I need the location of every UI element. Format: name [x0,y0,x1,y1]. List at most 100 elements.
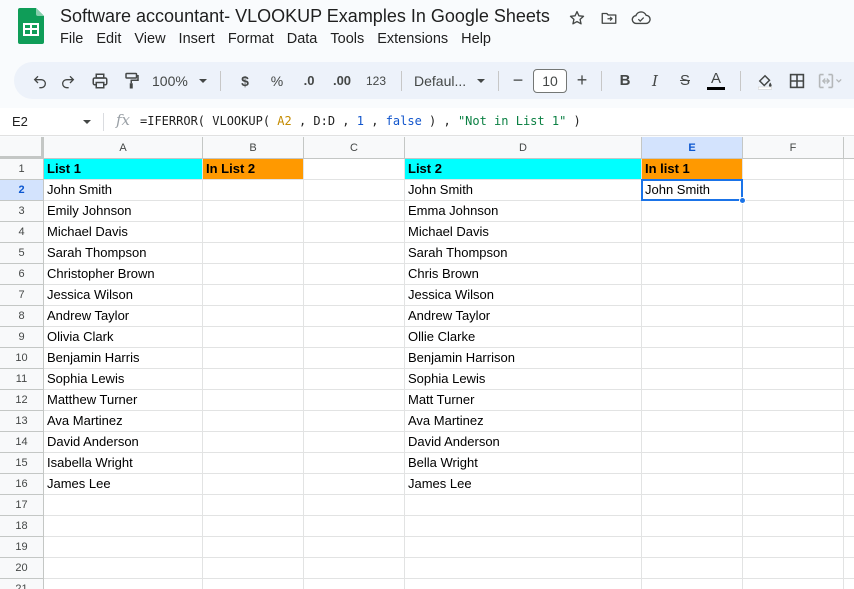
cell-a14[interactable]: David Anderson [44,432,203,453]
cell-c7[interactable] [304,285,405,306]
row-header-20[interactable]: 20 [0,558,44,579]
document-title[interactable]: Software accountant- VLOOKUP Examples In… [60,6,550,27]
undo-icon[interactable] [28,67,52,95]
cell-b12[interactable] [203,390,304,411]
menu-data[interactable]: Data [287,31,318,47]
cell-g9[interactable] [844,327,854,348]
cell-a15[interactable]: Isabella Wright [44,453,203,474]
column-header-e[interactable]: E [642,137,743,159]
name-box[interactable]: E2 [12,114,28,129]
cell-a4[interactable]: Michael Davis [44,222,203,243]
cell-c8[interactable] [304,306,405,327]
column-header-d[interactable]: D [405,137,642,159]
cell-b3[interactable] [203,201,304,222]
cell-b17[interactable] [203,495,304,516]
fill-color-icon[interactable] [749,67,781,95]
row-header-14[interactable]: 14 [0,432,44,453]
cell-e2[interactable]: John Smith [642,180,743,201]
menu-file[interactable]: File [60,31,83,47]
cell-d9[interactable]: Ollie Clarke [405,327,642,348]
column-header-b[interactable]: B [203,137,304,159]
cell-g17[interactable] [844,495,854,516]
cell-b11[interactable] [203,369,304,390]
cell-a1[interactable]: List 1 [44,159,203,180]
cell-a19[interactable] [44,537,203,558]
cell-c16[interactable] [304,474,405,495]
row-header-13[interactable]: 13 [0,411,44,432]
cell-b8[interactable] [203,306,304,327]
cell-b7[interactable] [203,285,304,306]
cell-d12[interactable]: Matt Turner [405,390,642,411]
cell-e7[interactable] [642,285,743,306]
cell-f4[interactable] [743,222,844,243]
cell-f19[interactable] [743,537,844,558]
cell-c18[interactable] [304,516,405,537]
row-header-5[interactable]: 5 [0,243,44,264]
cell-f13[interactable] [743,411,844,432]
font-select[interactable]: Defaul... [410,67,490,95]
cell-a2[interactable]: John Smith [44,180,203,201]
cell-a7[interactable]: Jessica Wilson [44,285,203,306]
bold-button[interactable]: B [610,67,640,95]
cell-a6[interactable]: Christopher Brown [44,264,203,285]
cell-e15[interactable] [642,453,743,474]
cell-f16[interactable] [743,474,844,495]
cell-d8[interactable]: Andrew Taylor [405,306,642,327]
cell-d20[interactable] [405,558,642,579]
cell-b16[interactable] [203,474,304,495]
cell-c6[interactable] [304,264,405,285]
cell-a10[interactable]: Benjamin Harris [44,348,203,369]
cell-e3[interactable] [642,201,743,222]
formula-input[interactable]: =IFERROR( VLOOKUP( A2 , D:D , 1 , false … [140,114,581,128]
print-icon[interactable] [84,67,116,95]
cell-f7[interactable] [743,285,844,306]
cell-f15[interactable] [743,453,844,474]
cell-g1[interactable] [844,159,854,180]
cell-f1[interactable] [743,159,844,180]
cell-f14[interactable] [743,432,844,453]
cell-f18[interactable] [743,516,844,537]
cell-b20[interactable] [203,558,304,579]
cell-a20[interactable] [44,558,203,579]
menu-tools[interactable]: Tools [330,31,364,47]
cell-e5[interactable] [642,243,743,264]
cell-e11[interactable] [642,369,743,390]
cell-e18[interactable] [642,516,743,537]
cell-e20[interactable] [642,558,743,579]
cell-a16[interactable]: James Lee [44,474,203,495]
cell-g2[interactable] [844,180,854,201]
zoom-select[interactable]: 100% [148,67,212,95]
cell-g10[interactable] [844,348,854,369]
cell-g14[interactable] [844,432,854,453]
row-header-21[interactable]: 21 [0,579,44,589]
cell-f9[interactable] [743,327,844,348]
cell-g16[interactable] [844,474,854,495]
currency-format-button[interactable]: $ [229,67,261,95]
row-header-8[interactable]: 8 [0,306,44,327]
cell-g6[interactable] [844,264,854,285]
cell-f2[interactable] [743,180,844,201]
cell-c2[interactable] [304,180,405,201]
cell-d14[interactable]: David Anderson [405,432,642,453]
cell-c5[interactable] [304,243,405,264]
merge-cells-icon[interactable] [813,67,847,95]
cell-d5[interactable]: Sarah Thompson [405,243,642,264]
row-header-19[interactable]: 19 [0,537,44,558]
cell-b21[interactable] [203,579,304,589]
cell-e13[interactable] [642,411,743,432]
cell-a18[interactable] [44,516,203,537]
cell-e19[interactable] [642,537,743,558]
cell-d21[interactable] [405,579,642,589]
cell-g4[interactable] [844,222,854,243]
cell-a21[interactable] [44,579,203,589]
cell-f21[interactable] [743,579,844,589]
cell-f5[interactable] [743,243,844,264]
menu-format[interactable]: Format [228,31,274,47]
cell-f10[interactable] [743,348,844,369]
cell-e1[interactable]: In list 1 [642,159,743,180]
row-header-6[interactable]: 6 [0,264,44,285]
cell-d4[interactable]: Michael Davis [405,222,642,243]
strikethrough-button[interactable]: S [670,67,700,95]
more-formats-button[interactable]: 123 [359,67,393,95]
menu-edit[interactable]: Edit [96,31,121,47]
